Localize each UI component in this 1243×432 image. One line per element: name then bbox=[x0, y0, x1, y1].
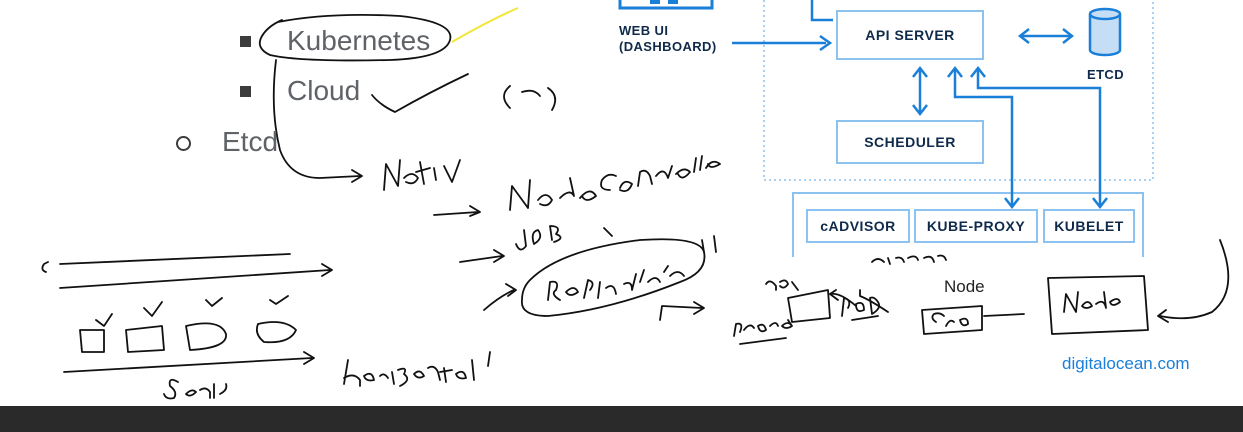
kubernetes-bullet-text: Kubernetes bbox=[287, 25, 431, 56]
etcd-label: ETCD bbox=[1087, 67, 1124, 82]
cadvisor-box: cADVISOR bbox=[806, 209, 910, 243]
bullet-square bbox=[240, 36, 251, 47]
node-label: Node bbox=[944, 277, 985, 296]
kubelet-arrow bbox=[976, 70, 1102, 205]
kubelet-box: KUBELET bbox=[1043, 209, 1135, 243]
etcd-cylinder-icon bbox=[1088, 7, 1122, 57]
slide-canvas: Kubernetes Cloud Etcd WEB UI (DASHBOARD)… bbox=[0, 0, 1243, 432]
web-ui-label-line2: (DASHBOARD) bbox=[619, 39, 717, 54]
etcd-bullet-text: Etcd bbox=[222, 126, 279, 157]
web-ui-label: WEB UI (DASHBOARD) bbox=[619, 23, 717, 55]
handwriting-ink bbox=[41, 13, 1230, 400]
web-ui-label-line1: WEB UI bbox=[619, 23, 669, 38]
highlight-stroke bbox=[451, 7, 519, 43]
cloud-bullet-text: Cloud bbox=[287, 75, 361, 106]
kube-proxy-box: KUBE-PROXY bbox=[914, 209, 1038, 243]
api-server-box: API SERVER bbox=[836, 10, 984, 60]
bottom-toolbar bbox=[0, 406, 1243, 432]
bullet-square bbox=[240, 86, 251, 97]
bullet-circle bbox=[176, 136, 191, 151]
scheduler-box: SCHEDULER bbox=[836, 120, 984, 164]
brand-watermark: digitalocean.com bbox=[1062, 354, 1190, 373]
kubectl-connector bbox=[810, 0, 833, 22]
web-ui-icon bbox=[618, 0, 714, 10]
